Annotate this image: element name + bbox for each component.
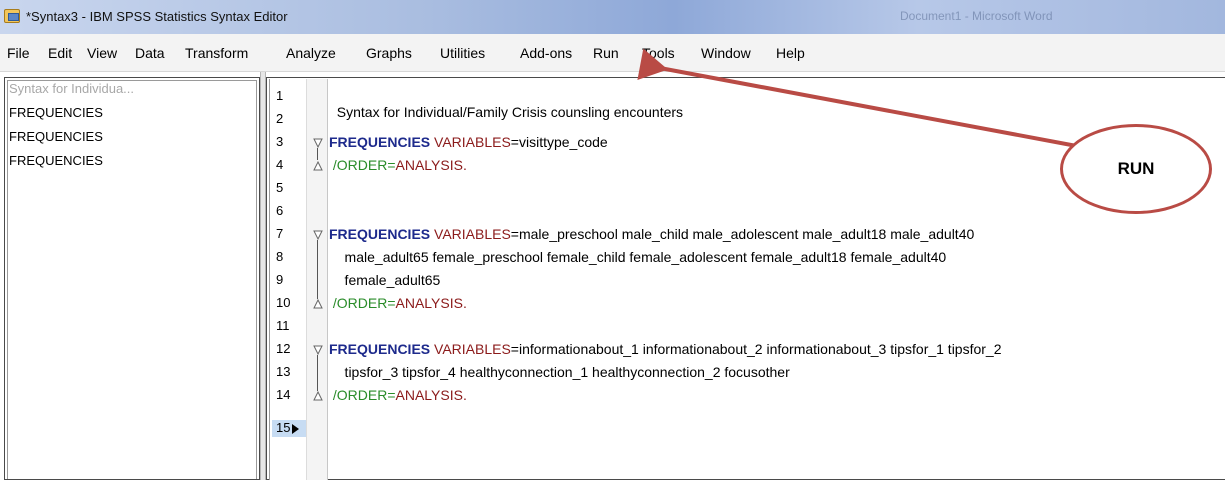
run-callout: RUN <box>1060 124 1212 214</box>
run-annotation-arrow <box>637 48 1099 152</box>
run-callout-label: RUN <box>1117 159 1155 178</box>
